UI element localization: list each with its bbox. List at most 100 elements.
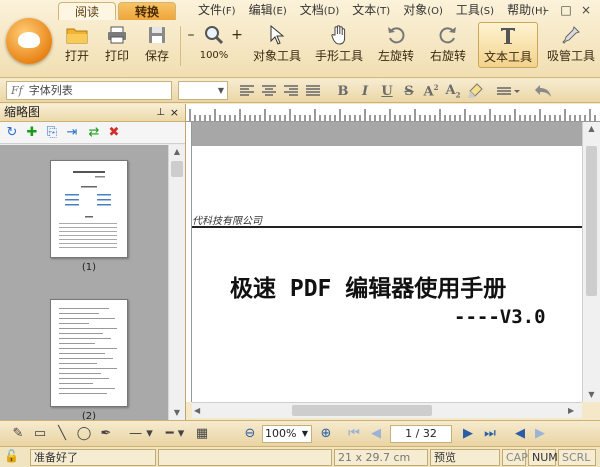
scroll-up-icon[interactable]: ▲: [583, 122, 600, 136]
rotate-left-button[interactable]: 左旋转: [374, 22, 418, 68]
superscript-icon: A2: [423, 82, 439, 100]
print-button[interactable]: 打印: [100, 22, 134, 68]
rotate-right-button[interactable]: 右旋转: [426, 22, 470, 68]
scroll-left-icon[interactable]: ◀: [194, 404, 206, 418]
underline-button[interactable]: U: [378, 82, 396, 100]
subscript-button[interactable]: A2: [444, 82, 462, 100]
pdf-page[interactable]: 代科技有限公司 极速 PDF 编辑器使用手册 ----V3.0: [192, 146, 582, 402]
strikethrough-button[interactable]: S: [400, 82, 418, 100]
eyedropper-tool-button[interactable]: 吸管工具: [544, 22, 598, 68]
extract-page-icon[interactable]: ⇥: [64, 125, 80, 141]
page-thumbnail[interactable]: [50, 160, 128, 258]
close-button[interactable]: ×: [576, 2, 596, 18]
bold-button[interactable]: B: [334, 82, 352, 100]
scrollbar-thumb[interactable]: [586, 146, 597, 296]
object-tool-button[interactable]: 对象工具: [250, 22, 304, 68]
align-left-icon: [240, 85, 254, 96]
zoom-select[interactable]: 100% ▼: [262, 425, 312, 443]
previous-page-icon[interactable]: ◀: [368, 426, 384, 442]
page-thumbnail-preview: [59, 308, 117, 394]
superscript-button[interactable]: A2: [422, 82, 440, 100]
scrollbar-thumb[interactable]: [171, 161, 183, 177]
insert-page-icon[interactable]: ✚: [24, 125, 40, 141]
scroll-up-icon[interactable]: ▲: [169, 145, 185, 159]
window-controls: – □ ×: [536, 2, 596, 18]
replace-page-icon[interactable]: ⇄: [86, 125, 102, 141]
num-lock-indicator: NUM: [528, 449, 558, 466]
back-icon[interactable]: ◀: [512, 426, 528, 442]
text-tool-button[interactable]: 文本工具: [478, 22, 538, 68]
magnifier-icon: [198, 22, 230, 48]
scroll-lock-indicator: SCRL: [558, 449, 596, 466]
open-button[interactable]: 打开: [60, 22, 94, 68]
align-center-button[interactable]: [260, 82, 278, 100]
grid-icon[interactable]: ▦: [194, 426, 210, 442]
forward-icon[interactable]: ▶: [532, 426, 548, 442]
next-page-icon[interactable]: ▶: [460, 426, 476, 442]
menu-object[interactable]: 对象(O): [403, 1, 443, 19]
zoom-out-button[interactable]: –: [184, 22, 198, 68]
minimize-button[interactable]: –: [536, 2, 556, 18]
pin-icon[interactable]: ⊥: [156, 104, 165, 121]
page-thumbnail[interactable]: [50, 299, 128, 407]
bold-icon: B: [337, 83, 349, 99]
line-spacing-button[interactable]: [496, 82, 522, 100]
unlock-icon: 🔓: [4, 449, 19, 463]
page-number-input[interactable]: 1 / 32: [390, 425, 452, 443]
rectangle-icon[interactable]: ▭: [32, 426, 48, 442]
menubar: 文件(F) 编辑(E) 文档(D) 文本(T) 对象(O) 工具(S) 帮助(H…: [198, 1, 559, 19]
scroll-down-icon[interactable]: ▼: [583, 388, 600, 402]
horizontal-ruler: [186, 104, 600, 122]
align-right-button[interactable]: [282, 82, 300, 100]
save-button[interactable]: 保存: [140, 22, 174, 68]
scrollbar-thumb[interactable]: [292, 405, 432, 416]
menu-tools[interactable]: 工具(S): [456, 1, 494, 19]
italic-button[interactable]: I: [356, 82, 374, 100]
tab-read[interactable]: 阅读: [58, 2, 116, 20]
line-icon[interactable]: ╲: [54, 426, 70, 442]
ribbon-tabs: 阅读 转换: [58, 2, 178, 20]
underline-icon: U: [381, 83, 393, 99]
font-size-select[interactable]: ▼: [178, 81, 228, 100]
app-logo-button[interactable]: [6, 18, 52, 64]
first-page-icon[interactable]: ⏮: [346, 426, 362, 442]
last-page-icon[interactable]: ⏭: [482, 426, 498, 442]
zoom-out-icon[interactable]: ⊖: [242, 426, 258, 442]
line-style-icon[interactable]: — ▾: [126, 426, 156, 442]
tab-convert[interactable]: 转换: [118, 2, 176, 20]
close-icon[interactable]: ×: [170, 104, 179, 121]
document-horizontal-scrollbar[interactable]: ◀ ▶: [192, 402, 582, 418]
align-left-button[interactable]: [238, 82, 256, 100]
highlight-button[interactable]: [466, 82, 484, 100]
menu-file[interactable]: 文件(F): [198, 1, 236, 19]
thumbnail-panel: 缩略图 ⊥ × ↻ ✚ ⎘ ⇥ ⇄ ✖ (1) (2) ▲ ▼: [0, 104, 186, 420]
pencil-icon[interactable]: ✎: [10, 426, 26, 442]
hand-tool-button[interactable]: 手形工具: [312, 22, 366, 68]
zoom-in-button[interactable]: +: [230, 22, 244, 68]
align-right-icon: [284, 85, 298, 96]
maximize-button[interactable]: □: [556, 2, 576, 18]
scroll-right-icon[interactable]: ▶: [568, 404, 580, 418]
insert-after-icon[interactable]: ⎘: [44, 125, 60, 141]
document-vertical-scrollbar[interactable]: ▲ ▼: [582, 122, 600, 402]
menu-text[interactable]: 文本(T): [352, 1, 390, 19]
align-justify-button[interactable]: [304, 82, 322, 100]
menu-edit[interactable]: 编辑(E): [249, 1, 287, 19]
zoom-button[interactable]: 100%: [198, 22, 230, 68]
zoom-in-icon[interactable]: ⊕: [318, 426, 334, 442]
undo-button[interactable]: [534, 82, 552, 100]
refresh-icon[interactable]: ↻: [4, 125, 20, 141]
floppy-disk-icon: [140, 22, 174, 48]
ellipse-icon[interactable]: ◯: [76, 426, 92, 442]
pen-nib-icon[interactable]: ✒: [98, 426, 114, 442]
view-mode: 预览: [430, 449, 500, 466]
font-family-select[interactable]: Ff 字体列表: [6, 81, 172, 100]
thumbnail-scrollbar[interactable]: ▲ ▼: [168, 145, 185, 420]
line-weight-icon[interactable]: ━ ▾: [160, 426, 190, 442]
scroll-down-icon[interactable]: ▼: [169, 406, 185, 420]
delete-page-icon[interactable]: ✖: [106, 125, 122, 141]
menu-document[interactable]: 文档(D): [300, 1, 340, 19]
thumbnail-toolbar: ↻ ✚ ⎘ ⇥ ⇄ ✖: [0, 122, 185, 144]
document-title: 极速 PDF 编辑器使用手册: [230, 276, 507, 302]
chevron-down-icon: ▼: [217, 86, 225, 95]
